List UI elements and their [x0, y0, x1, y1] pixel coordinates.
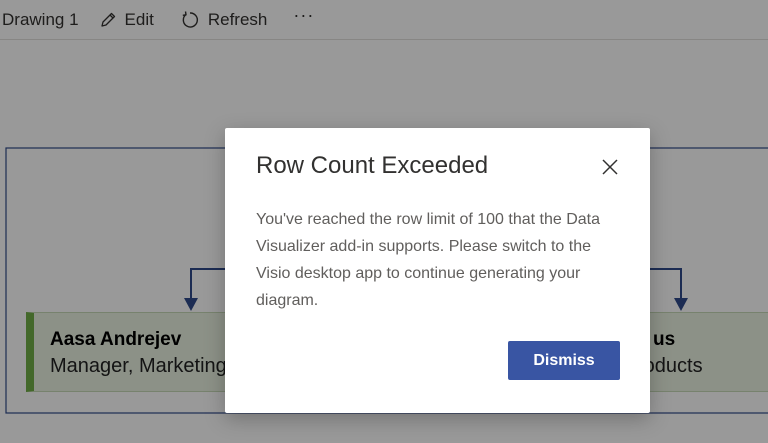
row-count-dialog: Row Count Exceeded You've reached the ro… — [225, 128, 650, 413]
dialog-title: Row Count Exceeded — [256, 152, 489, 179]
close-icon — [602, 159, 618, 175]
dialog-message: You've reached the row limit of 100 that… — [256, 211, 601, 309]
close-button[interactable] — [600, 157, 620, 177]
dismiss-button[interactable]: Dismiss — [508, 341, 620, 380]
